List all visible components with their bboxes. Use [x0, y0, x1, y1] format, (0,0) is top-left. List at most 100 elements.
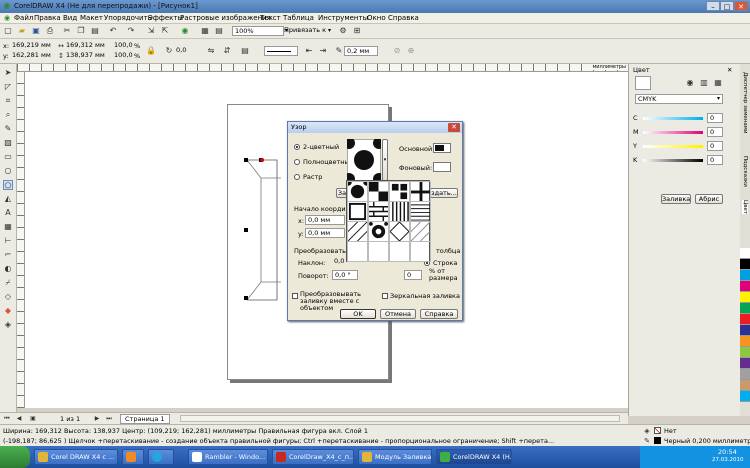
- front-color-picker[interactable]: [433, 143, 451, 153]
- palette-swatch[interactable]: [740, 347, 750, 358]
- width-field[interactable]: 169,312 мм: [64, 41, 106, 51]
- menu-edit[interactable]: Правка: [34, 14, 61, 22]
- open-icon[interactable]: ▰: [17, 26, 27, 36]
- pattern-swatch-5[interactable]: [347, 201, 368, 222]
- offset-field[interactable]: 0: [404, 270, 422, 280]
- dimension-tool-icon[interactable]: ⊢: [3, 236, 13, 246]
- menu-file[interactable]: Файл: [14, 14, 33, 22]
- selected-polygon-shape[interactable]: [225, 150, 295, 310]
- rotate-field[interactable]: 0,0 °: [332, 270, 358, 280]
- color-sliders-icon[interactable]: ▥: [699, 78, 709, 88]
- basic-shapes-tool-icon[interactable]: ◭: [3, 194, 13, 204]
- color-palette-icon[interactable]: ▦: [713, 78, 723, 88]
- ok-button[interactable]: OK: [340, 309, 376, 319]
- paste-icon[interactable]: ▤: [90, 26, 100, 36]
- origin-x-field[interactable]: 0,0 мм: [305, 215, 345, 225]
- channel-k-value[interactable]: 0: [707, 155, 723, 165]
- cut-icon[interactable]: ✂: [62, 26, 72, 36]
- rotation-angle-field[interactable]: 0,0: [174, 46, 202, 56]
- close-button[interactable]: ✕: [734, 1, 748, 11]
- pattern-swatch-7[interactable]: [389, 201, 410, 222]
- menu-window[interactable]: Окно: [367, 14, 386, 22]
- pattern-swatch-15[interactable]: [389, 241, 410, 262]
- last-page-icon[interactable]: ⏭: [104, 414, 114, 424]
- channel-y-value[interactable]: 0: [707, 141, 723, 151]
- color-model-select[interactable]: CMYK: [635, 94, 723, 104]
- color-viewers-icon[interactable]: ◉: [685, 78, 695, 88]
- task-skype[interactable]: [148, 449, 174, 465]
- pattern-dropdown-button[interactable]: ▾: [382, 139, 388, 181]
- copy-icon[interactable]: ❐: [76, 26, 86, 36]
- y-position-field[interactable]: 162,281 мм: [10, 51, 52, 61]
- palette-swatch[interactable]: [740, 358, 750, 369]
- task-item-2[interactable]: Rambler - Windo...: [188, 449, 268, 465]
- help-button[interactable]: Справка: [420, 309, 458, 319]
- palette-swatch[interactable]: [740, 391, 750, 402]
- ellipse-tool-icon[interactable]: ○: [3, 166, 13, 176]
- save-icon[interactable]: ▣: [31, 26, 41, 36]
- fill-tool-icon[interactable]: ◆: [3, 306, 13, 316]
- mirror-h-icon[interactable]: ⇋: [206, 46, 216, 56]
- pattern-swatch-3[interactable]: [389, 181, 410, 202]
- table-tool-icon[interactable]: ▦: [3, 222, 13, 232]
- radio-2color[interactable]: [294, 144, 300, 150]
- import-icon[interactable]: ⇲: [146, 26, 156, 36]
- connector-tool-icon[interactable]: ⌐: [3, 250, 13, 260]
- rectangle-tool-icon[interactable]: ▭: [3, 152, 13, 162]
- zoom-level-select[interactable]: 100%: [232, 26, 284, 36]
- options-icon[interactable]: ⚙: [338, 26, 348, 36]
- channel-c-value[interactable]: 0: [707, 113, 723, 123]
- pattern-swatch-10[interactable]: [368, 221, 389, 242]
- palette-swatch[interactable]: [740, 259, 750, 270]
- dynamic-guides-icon[interactable]: ⊞: [352, 26, 362, 36]
- menu-tools[interactable]: Инструменты: [318, 14, 368, 22]
- task-item-1[interactable]: Corel DRAW X4 с ...: [34, 449, 118, 465]
- pattern-swatch-2[interactable]: [368, 181, 389, 202]
- export-icon[interactable]: ⇱: [160, 26, 170, 36]
- palette-swatch[interactable]: [740, 380, 750, 391]
- palette-swatch[interactable]: [740, 336, 750, 347]
- channel-m-value[interactable]: 0: [707, 127, 723, 137]
- x-position-field[interactable]: 169,219 мм: [10, 41, 52, 51]
- docker-close-icon[interactable]: ✕: [727, 66, 732, 74]
- welcome-screen-icon[interactable]: ▦: [200, 26, 210, 36]
- fill-button[interactable]: Заливка: [661, 194, 691, 204]
- task-item-3[interactable]: CorelDraw_X4_с_п...: [272, 449, 354, 465]
- snap-dropdown-icon[interactable]: ▾: [328, 27, 331, 34]
- undo-icon[interactable]: ↶: [108, 26, 118, 36]
- convert-icon[interactable]: ⊘: [392, 46, 402, 56]
- pattern-swatch-16[interactable]: [410, 241, 431, 262]
- pick-tool-icon[interactable]: ➤: [3, 68, 13, 78]
- shape-tool-icon[interactable]: ◸: [3, 82, 13, 92]
- menu-text[interactable]: Текст: [260, 14, 281, 22]
- combine-icon[interactable]: ⊕: [406, 46, 416, 56]
- channel-y-slider[interactable]: [643, 145, 703, 148]
- horizontal-scrollbar[interactable]: [180, 415, 620, 422]
- radio-bitmap[interactable]: [294, 174, 300, 180]
- scale-x-field[interactable]: 100,0: [112, 41, 134, 51]
- outline-tool-icon[interactable]: ◇: [3, 292, 13, 302]
- pattern-swatch-14[interactable]: [368, 241, 389, 262]
- menu-layout[interactable]: Макет: [80, 14, 103, 22]
- palette-swatch[interactable]: [740, 303, 750, 314]
- pattern-swatch-1[interactable]: [347, 181, 368, 202]
- task-media-player[interactable]: [122, 449, 144, 465]
- height-field[interactable]: 138,937 мм: [64, 51, 106, 61]
- pattern-swatch-12[interactable]: [410, 221, 431, 242]
- mirror-fill-checkbox[interactable]: [382, 293, 388, 299]
- polygon-tool-icon[interactable]: ⬠: [3, 180, 13, 190]
- palette-swatch[interactable]: [740, 292, 750, 303]
- palette-swatch[interactable]: [740, 325, 750, 336]
- docker-tab-color[interactable]: Цвет: [742, 200, 748, 215]
- interactive-fill-tool-icon[interactable]: ◈: [3, 320, 13, 330]
- start-button[interactable]: [0, 446, 30, 468]
- arrow-end-icon[interactable]: ⇥: [318, 46, 328, 56]
- print-icon[interactable]: ⎙: [45, 26, 55, 36]
- freehand-tool-icon[interactable]: ✎: [3, 124, 13, 134]
- next-page-icon[interactable]: ▶: [92, 414, 102, 424]
- smart-fill-tool-icon[interactable]: ▨: [3, 138, 13, 148]
- menu-effects[interactable]: Эффекты: [148, 14, 183, 22]
- create-button[interactable]: здать...: [430, 188, 458, 198]
- palette-swatch[interactable]: [740, 248, 750, 259]
- wrap-text-icon[interactable]: ▤: [240, 46, 250, 56]
